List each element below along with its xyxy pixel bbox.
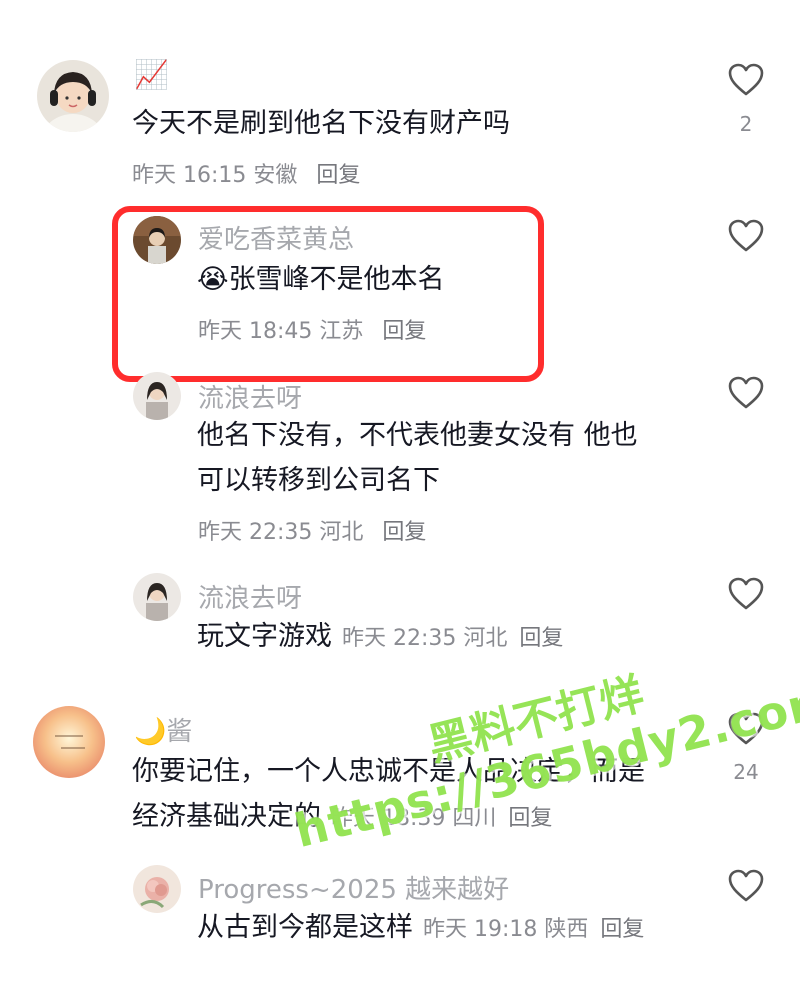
commenter-name[interactable]: 🌙酱 bbox=[134, 711, 192, 748]
avatar[interactable] bbox=[133, 216, 181, 264]
like-button[interactable] bbox=[726, 219, 766, 252]
comment-time: 昨天 22:35 bbox=[342, 626, 457, 651]
like-button[interactable] bbox=[726, 712, 766, 745]
heart-icon bbox=[728, 712, 764, 745]
commenter-name[interactable]: 📈 bbox=[134, 58, 169, 91]
commenter-name[interactable]: 流浪去呀 bbox=[198, 578, 302, 615]
comment-location: 河北 bbox=[319, 520, 364, 545]
comment-location: 陕西 bbox=[544, 917, 589, 942]
heart-icon bbox=[728, 577, 764, 610]
crying-emoji: 😭 bbox=[197, 264, 229, 295]
comment-text: 从古到今都是这样 昨天 19:18 陕西 回复 bbox=[197, 912, 645, 943]
comment-meta: 昨天 18:39 四川 回复 bbox=[331, 806, 552, 831]
comment-meta: 昨天 19:18 陕西 回复 bbox=[423, 917, 644, 942]
comment-meta: 昨天 16:15 安徽 回复 bbox=[132, 157, 360, 189]
reply-button[interactable]: 回复 bbox=[600, 917, 644, 942]
avatar[interactable] bbox=[37, 60, 109, 132]
comment-text-line: 可以转移到公司名下 bbox=[197, 465, 440, 496]
comment-location: 四川 bbox=[452, 806, 497, 831]
reply-button[interactable]: 回复 bbox=[508, 806, 552, 831]
comment-meta: 昨天 18:45 江苏 回复 bbox=[198, 313, 426, 345]
commenter-name[interactable]: 爱吃香菜黄总 bbox=[198, 219, 354, 256]
like-button[interactable] bbox=[726, 63, 766, 96]
comment-time: 昨天 16:15 bbox=[132, 163, 247, 188]
comment-meta: 昨天 22:35 河北 回复 bbox=[198, 514, 426, 546]
comment-location: 河北 bbox=[463, 626, 508, 651]
like-button[interactable] bbox=[726, 869, 766, 902]
moon-emoji: 🌙 bbox=[134, 717, 167, 747]
heart-icon bbox=[728, 219, 764, 252]
commenter-name[interactable]: Progress~2025 越来越好 bbox=[198, 869, 509, 906]
reply-button[interactable]: 回复 bbox=[316, 163, 360, 188]
comment-text: 经济基础决定的 昨天 18:39 四川 回复 bbox=[132, 801, 553, 832]
reply-button[interactable]: 回复 bbox=[382, 520, 426, 545]
heart-icon bbox=[728, 869, 764, 902]
comment-time: 昨天 18:45 bbox=[198, 319, 313, 344]
like-count: 24 bbox=[733, 760, 759, 784]
like-button[interactable] bbox=[726, 376, 766, 409]
comment-text: 今天不是刷到他名下没有财产吗 bbox=[132, 108, 510, 139]
avatar[interactable] bbox=[133, 573, 181, 621]
comment-location: 安徽 bbox=[253, 163, 298, 188]
like-count: 2 bbox=[739, 112, 753, 136]
reply-button[interactable]: 回复 bbox=[382, 319, 426, 344]
reply-button[interactable]: 回复 bbox=[519, 626, 563, 651]
heart-icon bbox=[728, 376, 764, 409]
avatar[interactable] bbox=[133, 372, 181, 420]
heart-icon bbox=[728, 63, 764, 96]
like-button[interactable] bbox=[726, 577, 766, 610]
comment-text: 玩文字游戏 昨天 22:35 河北 回复 bbox=[197, 621, 564, 652]
comment-time: 昨天 19:18 bbox=[423, 917, 538, 942]
avatar[interactable] bbox=[33, 706, 105, 778]
avatar[interactable] bbox=[133, 865, 181, 913]
comment-text: 😭张雪峰不是他本名 bbox=[197, 264, 445, 295]
comment-time: 昨天 18:39 bbox=[331, 806, 446, 831]
comment-location: 江苏 bbox=[319, 319, 364, 344]
comment-time: 昨天 22:35 bbox=[198, 520, 313, 545]
comment-meta: 昨天 22:35 河北 回复 bbox=[342, 626, 563, 651]
